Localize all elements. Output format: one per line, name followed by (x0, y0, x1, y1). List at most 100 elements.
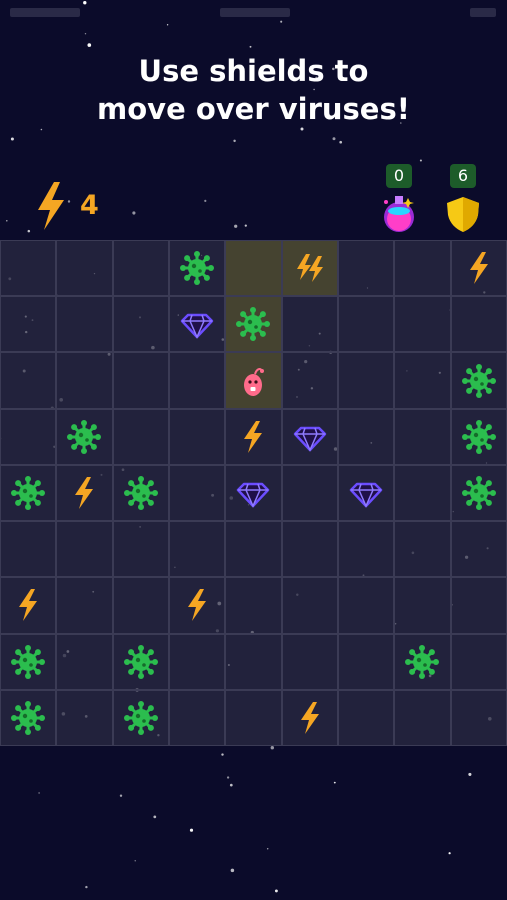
board-cell[interactable] (337, 633, 395, 690)
board-cell[interactable] (281, 577, 338, 634)
virus-icon (10, 475, 46, 511)
star (204, 199, 207, 203)
board-cell[interactable] (56, 577, 113, 634)
board-cell[interactable] (337, 464, 395, 522)
virus-icon (179, 250, 215, 286)
board-cell[interactable] (394, 689, 451, 746)
battery-icon (470, 8, 496, 17)
status-bar-carrier (10, 8, 80, 17)
potion-flask-icon[interactable] (380, 194, 418, 234)
board-cell[interactable] (56, 521, 113, 578)
board-cell[interactable] (168, 521, 226, 578)
board-cell[interactable] (225, 240, 282, 297)
board-cell[interactable] (0, 352, 57, 409)
board-cell[interactable] (337, 352, 395, 409)
diamond-icon (292, 419, 328, 455)
board-cell[interactable] (225, 464, 282, 522)
board-cell[interactable] (281, 464, 338, 522)
board-cell[interactable] (168, 633, 226, 690)
board-cell[interactable] (337, 240, 395, 297)
board-cell[interactable] (394, 521, 451, 578)
board-cell[interactable] (450, 577, 507, 634)
board-cell[interactable] (112, 240, 169, 297)
board-cell[interactable] (112, 689, 169, 746)
board-cell[interactable] (450, 352, 507, 409)
board-cell[interactable] (168, 577, 226, 634)
board-cell[interactable] (394, 240, 451, 297)
board-cell[interactable] (56, 464, 113, 522)
board-cell[interactable] (225, 352, 282, 409)
board-cell[interactable] (394, 296, 451, 353)
board-cell[interactable] (281, 521, 338, 578)
board-cell[interactable] (168, 296, 226, 353)
board-cell[interactable] (394, 633, 451, 690)
board-cell[interactable] (168, 464, 226, 522)
board-cell[interactable] (168, 408, 226, 465)
board-cell[interactable] (225, 521, 282, 578)
board-cell[interactable] (337, 689, 395, 746)
board-cell[interactable] (337, 408, 395, 465)
board-cell[interactable] (112, 408, 169, 465)
board-cell[interactable] (112, 577, 169, 634)
player-character-icon (235, 363, 271, 399)
board-cell[interactable] (56, 240, 113, 297)
board-cell[interactable] (56, 689, 113, 746)
board-cell[interactable] (0, 464, 57, 522)
board-cell[interactable] (56, 633, 113, 690)
board-cell[interactable] (225, 633, 282, 690)
board-cell[interactable] (225, 689, 282, 746)
board-cell[interactable] (450, 633, 507, 690)
board-cell[interactable] (56, 296, 113, 353)
board-cell[interactable] (450, 464, 507, 522)
board-cell[interactable] (0, 521, 57, 578)
board-cell[interactable] (225, 296, 282, 353)
board-cell[interactable] (0, 577, 57, 634)
board-cell[interactable] (281, 633, 338, 690)
board-cell[interactable] (281, 240, 338, 297)
board-cell[interactable] (112, 464, 169, 522)
energy-bolt-icon (66, 475, 102, 511)
board-cell[interactable] (281, 689, 338, 746)
board-cell[interactable] (281, 408, 338, 465)
board-cell[interactable] (450, 240, 507, 297)
board-cell[interactable] (112, 521, 169, 578)
board-cell[interactable] (450, 408, 507, 465)
board-cell[interactable] (56, 408, 113, 465)
board-cell[interactable] (337, 296, 395, 353)
virus-icon (461, 363, 497, 399)
board-cell[interactable] (225, 577, 282, 634)
board-cell[interactable] (450, 521, 507, 578)
board-cell[interactable] (394, 464, 451, 522)
star (229, 783, 233, 787)
star (119, 794, 123, 797)
star (38, 792, 40, 794)
board-cell[interactable] (0, 296, 57, 353)
energy-count: 4 (80, 190, 99, 221)
board-cell[interactable] (450, 296, 507, 353)
board-cell[interactable] (281, 352, 338, 409)
board-cell[interactable] (168, 240, 226, 297)
board-cell[interactable] (225, 408, 282, 465)
board-cell[interactable] (0, 633, 57, 690)
shield-icon[interactable] (445, 195, 481, 233)
board-cell[interactable] (168, 352, 226, 409)
star (234, 224, 238, 228)
board-cell[interactable] (0, 408, 57, 465)
board-cell[interactable] (394, 577, 451, 634)
star (332, 137, 336, 141)
board-cell[interactable] (0, 240, 57, 297)
board-cell[interactable] (56, 352, 113, 409)
lightning-bolt-icon (38, 182, 64, 230)
board-cell[interactable] (337, 577, 395, 634)
board-cell[interactable] (450, 689, 507, 746)
board-cell[interactable] (112, 352, 169, 409)
board-cell[interactable] (112, 633, 169, 690)
board-cell[interactable] (337, 521, 395, 578)
board-cell[interactable] (394, 352, 451, 409)
board-cell[interactable] (281, 296, 338, 353)
board-cell[interactable] (0, 689, 57, 746)
board-cell[interactable] (168, 689, 226, 746)
star (134, 860, 136, 862)
board-cell[interactable] (394, 408, 451, 465)
board-cell[interactable] (112, 296, 169, 353)
